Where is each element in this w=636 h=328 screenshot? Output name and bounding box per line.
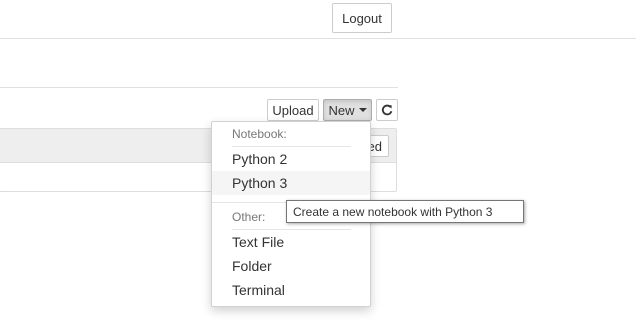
refresh-button[interactable] [376,99,398,121]
new-dropdown-button[interactable]: New [323,99,372,121]
notebook-dashboard: Logout Last Modified Upload New Notebook… [0,0,636,328]
menu-item-python-3[interactable]: Python 3 [212,171,370,195]
new-button-label: New [328,102,355,118]
logout-button[interactable]: Logout [332,3,392,33]
caret-down-icon [358,108,367,112]
header-divider [0,38,636,39]
other-section-header: Other: [232,210,266,224]
python-3-tooltip: Create a new notebook with Python 3 [286,200,524,223]
menu-item-python-2[interactable]: Python 2 [212,147,370,171]
refresh-icon [381,104,393,116]
notebook-section-header: Notebook: [232,127,287,141]
menu-item-terminal[interactable]: Terminal [212,278,370,302]
upload-button[interactable]: Upload [267,99,319,121]
menu-item-text-file[interactable]: Text File [212,230,370,254]
menu-item-folder[interactable]: Folder [212,254,370,278]
toolbar-divider [0,87,398,88]
